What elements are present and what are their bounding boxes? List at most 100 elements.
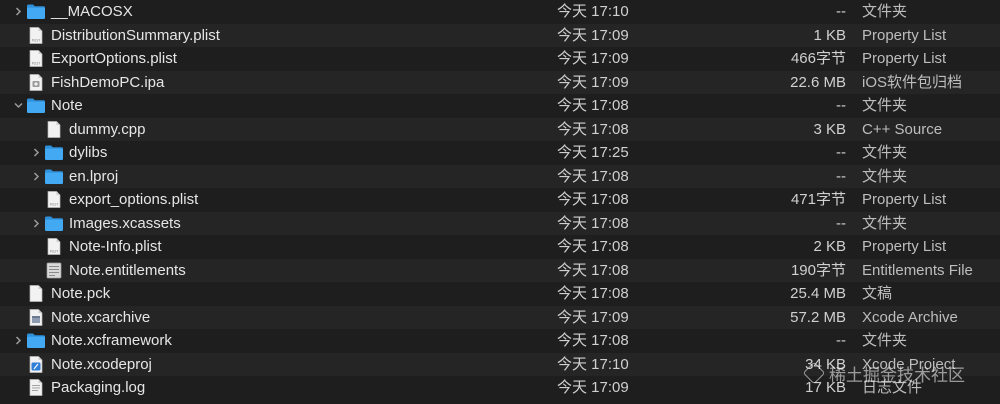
file-list: __MACOSX 今天 17:10 -- 文件夹 PLIST DistributionSu… xyxy=(0,0,1000,400)
date-modified: 今天 17:09 xyxy=(557,308,629,326)
watermark: 稀土掘金技术社区 xyxy=(802,359,965,387)
date-modified: 今天 17:09 xyxy=(557,26,629,44)
date-modified: 今天 17:08 xyxy=(557,167,629,185)
disclosure-chevron-right-icon[interactable] xyxy=(30,141,42,165)
file-name: Note.xcarchive xyxy=(51,308,151,326)
date-modified: 今天 17:08 xyxy=(557,261,629,279)
file-name: __MACOSX xyxy=(51,3,133,20)
date-modified: 今天 17:08 xyxy=(557,285,629,302)
file-kind: 文件夹 xyxy=(862,332,908,349)
file-kind: Property List xyxy=(862,238,947,255)
folder-icon xyxy=(26,3,46,20)
file-row[interactable]: __MACOSX 今天 17:10 -- 文件夹 xyxy=(0,0,1000,24)
file-size: -- xyxy=(836,144,846,161)
file-row[interactable]: PLIST Note-Info.plist 今天 17:08 2 KB Property… xyxy=(0,235,1000,259)
file-kind: 文件夹 xyxy=(862,214,908,232)
file-kind: iOS软件包归档 xyxy=(862,73,963,91)
file-size: 471字节 xyxy=(790,191,846,208)
date-modified: 今天 17:08 xyxy=(557,214,629,232)
file-name: en.lproj xyxy=(69,167,119,185)
log-file-icon xyxy=(26,379,46,396)
svg-text:PLIST: PLIST xyxy=(32,38,41,42)
file-row[interactable]: PLIST DistributionSummary.plist 今天 17:09 1 … xyxy=(0,23,1000,47)
svg-text:PLIST: PLIST xyxy=(50,250,59,254)
file-kind: Entitlements File xyxy=(862,261,973,279)
file-kind: Property List xyxy=(862,26,947,44)
file-row[interactable]: Note.pck 今天 17:08 25.4 MB 文稿 xyxy=(0,282,1000,306)
plist-file-icon: PLIST xyxy=(44,191,64,208)
file-row[interactable]: dummy.cpp 今天 17:08 3 KB C++ Source xyxy=(0,117,1000,141)
file-size: 1 KB xyxy=(813,26,846,44)
file-size: 22.6 MB xyxy=(790,73,846,91)
disclosure-chevron-right-icon[interactable] xyxy=(30,212,42,236)
plist-file-icon: PLIST xyxy=(44,238,64,255)
xcarchive-icon xyxy=(26,308,46,326)
file-name: ExportOptions.plist xyxy=(51,50,177,67)
date-modified: 今天 17:08 xyxy=(557,238,629,255)
date-modified: 今天 17:09 xyxy=(557,73,629,91)
file-row[interactable]: Images.xcassets 今天 17:08 -- 文件夹 xyxy=(0,211,1000,236)
file-row[interactable]: dylibs 今天 17:25 -- 文件夹 xyxy=(0,141,1000,165)
file-kind: 文稿 xyxy=(862,285,893,302)
file-size: 466字节 xyxy=(790,50,846,67)
file-kind: 文件夹 xyxy=(862,3,908,20)
file-name: Note.pck xyxy=(51,285,111,302)
file-size: -- xyxy=(836,3,846,20)
date-modified: 今天 17:10 xyxy=(557,3,629,20)
date-modified: 今天 17:08 xyxy=(557,120,629,138)
juejin-logo-icon xyxy=(802,361,826,385)
file-size: 190字节 xyxy=(790,261,846,279)
file-name: Note.xcodeproj xyxy=(51,355,152,373)
file-size: -- xyxy=(836,97,846,114)
file-kind: 文件夹 xyxy=(862,144,908,161)
file-name: DistributionSummary.plist xyxy=(51,26,220,44)
file-row[interactable]: Note.xcarchive 今天 17:09 57.2 MB Xcode Archi… xyxy=(0,305,1000,329)
file-row[interactable]: Note.entitlements 今天 17:08 190字节 Entitlemen… xyxy=(0,258,1000,282)
folder-icon xyxy=(26,332,46,349)
file-kind: 文件夹 xyxy=(862,97,908,114)
file-kind: Property List xyxy=(862,191,947,208)
file-kind: C++ Source xyxy=(862,120,943,138)
date-modified: 今天 17:09 xyxy=(557,379,629,396)
file-name: export_options.plist xyxy=(69,191,199,208)
file-name: Note.entitlements xyxy=(69,261,186,279)
file-size: 2 KB xyxy=(813,238,846,255)
file-row[interactable]: FishDemoPC.ipa 今天 17:09 22.6 MB iOS软件包归档 xyxy=(0,70,1000,94)
document-icon xyxy=(44,120,64,138)
disclosure-chevron-right-icon[interactable] xyxy=(30,165,42,189)
folder-icon xyxy=(44,168,64,185)
file-name: Packaging.log xyxy=(51,379,146,396)
file-row[interactable]: PLIST export_options.plist 今天 17:08 471字节 Pr… xyxy=(0,188,1000,212)
disclosure-chevron-right-icon[interactable] xyxy=(12,329,24,353)
disclosure-chevron-down-icon[interactable] xyxy=(12,94,24,118)
file-name: Note.xcframework xyxy=(51,332,172,349)
file-name: Note xyxy=(51,97,83,114)
file-kind: Xcode Archive xyxy=(862,308,958,326)
file-row[interactable]: Note.xcframework 今天 17:08 -- 文件夹 xyxy=(0,329,1000,353)
file-name: dylibs xyxy=(69,144,108,161)
xcodeproj-icon xyxy=(26,355,46,373)
ipa-file-icon xyxy=(26,73,46,91)
date-modified: 今天 17:08 xyxy=(557,332,629,349)
date-modified: 今天 17:25 xyxy=(557,144,629,161)
file-size: 25.4 MB xyxy=(790,285,846,302)
file-size: -- xyxy=(836,167,846,185)
file-name: FishDemoPC.ipa xyxy=(51,73,165,91)
svg-text:PLIST: PLIST xyxy=(50,203,59,207)
file-row[interactable]: PLIST ExportOptions.plist 今天 17:09 466字节 Pro… xyxy=(0,47,1000,71)
entitlements-file-icon xyxy=(44,262,64,279)
file-size: 57.2 MB xyxy=(790,308,846,326)
watermark-text: 稀土掘金技术社区 xyxy=(829,365,965,386)
file-name: Images.xcassets xyxy=(69,214,181,232)
folder-icon xyxy=(44,144,64,161)
file-name: dummy.cpp xyxy=(69,120,146,138)
folder-icon xyxy=(44,215,64,232)
date-modified: 今天 17:08 xyxy=(557,97,629,114)
file-row[interactable]: Note 今天 17:08 -- 文件夹 xyxy=(0,94,1000,118)
plist-file-icon: PLIST xyxy=(26,26,46,44)
file-kind: 文件夹 xyxy=(862,167,908,185)
document-icon xyxy=(26,285,46,302)
file-row[interactable]: en.lproj 今天 17:08 -- 文件夹 xyxy=(0,164,1000,189)
date-modified: 今天 17:10 xyxy=(557,355,629,373)
disclosure-chevron-right-icon[interactable] xyxy=(12,0,24,24)
